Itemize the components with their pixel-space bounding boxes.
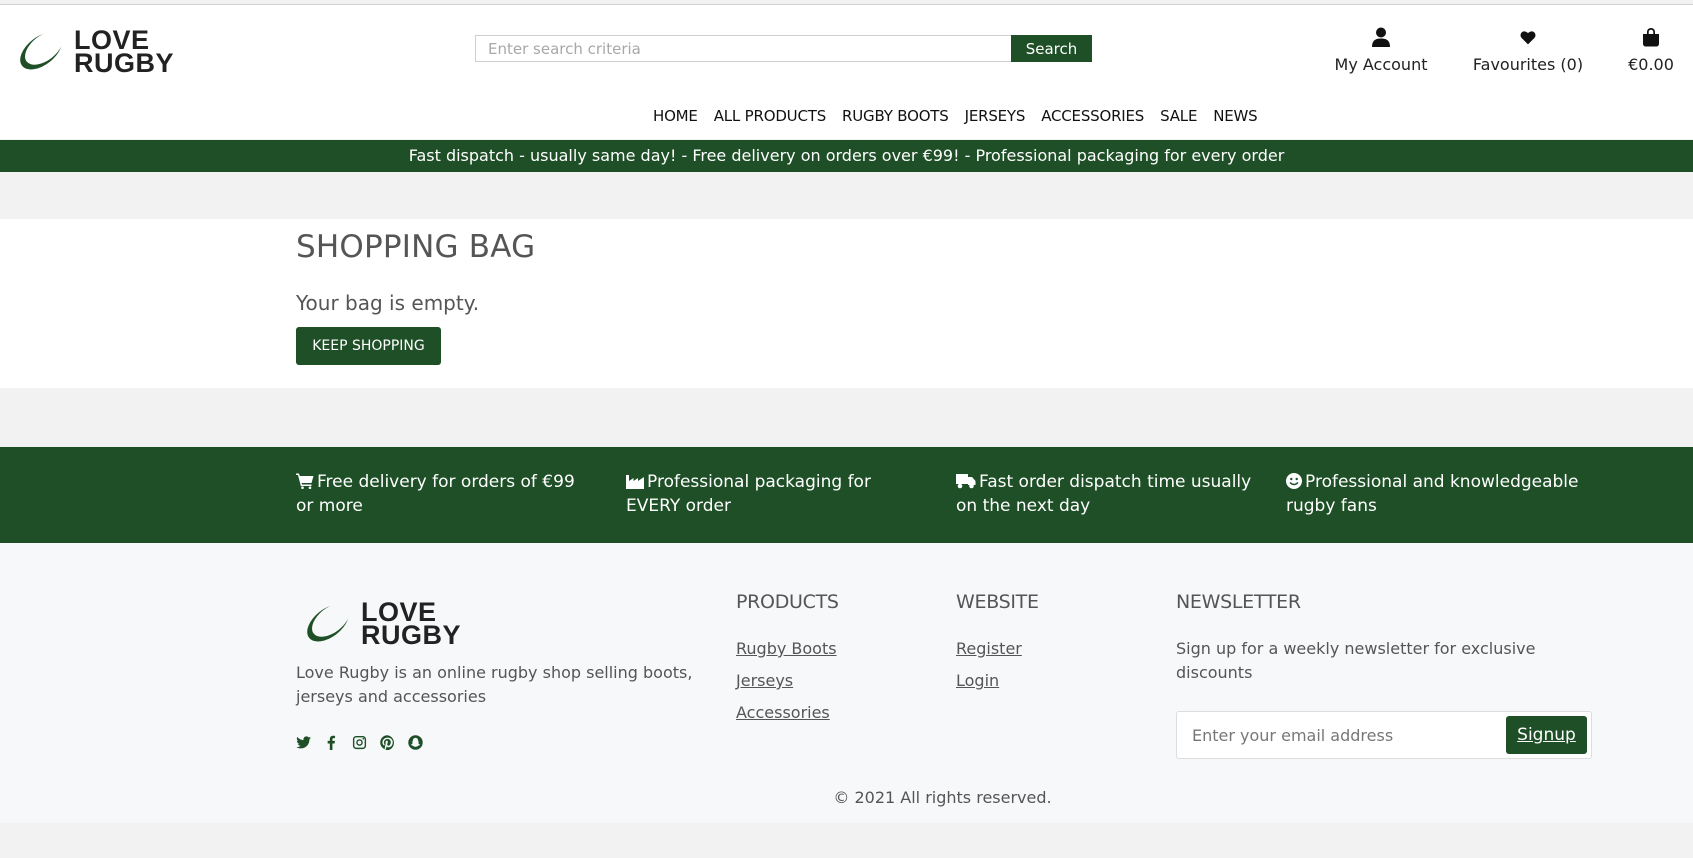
main-nav: HOME ALL PRODUCTS RUGBY BOOTS JERSEYS AC… bbox=[653, 107, 1274, 125]
copyright-text: © 2021 All rights reserved. bbox=[833, 788, 1052, 807]
my-account-link[interactable]: My Account bbox=[1334, 27, 1428, 74]
site-footer: LOVE RUGBY Love Rugby is an online rugby… bbox=[0, 543, 1693, 823]
rugby-ball-logo-icon bbox=[307, 603, 350, 642]
feature-text: Professional and knowledgeable rugby fan… bbox=[1286, 472, 1579, 516]
empty-bag-message: Your bag is empty. bbox=[296, 291, 480, 315]
pinterest-icon[interactable] bbox=[380, 735, 395, 750]
footer-logo[interactable]: LOVE RUGBY bbox=[302, 597, 474, 650]
nav-sale[interactable]: SALE bbox=[1160, 107, 1197, 125]
feature-fast-dispatch: Fast order dispatch time usually on the … bbox=[956, 470, 1256, 518]
nav-accessories[interactable]: ACCESSORIES bbox=[1041, 107, 1144, 125]
newsletter-heading: NEWSLETTER bbox=[1176, 591, 1301, 613]
industry-icon bbox=[626, 475, 644, 489]
nav-news[interactable]: NEWS bbox=[1213, 107, 1257, 125]
cart-icon bbox=[296, 473, 314, 489]
promo-banner: Fast dispatch - usually same day! - Free… bbox=[0, 140, 1693, 172]
footer-link-accessories[interactable]: Accessories bbox=[736, 703, 830, 722]
features-bar: Free delivery for orders of €99 or more … bbox=[0, 447, 1693, 543]
heart-icon bbox=[1470, 27, 1586, 51]
logo-word-rugby: RUGBY bbox=[74, 48, 175, 78]
shopping-bag-icon bbox=[1622, 27, 1680, 51]
page-title: SHOPPING BAG bbox=[296, 229, 536, 265]
newsletter-description: Sign up for a weekly newsletter for excl… bbox=[1176, 639, 1536, 682]
site-logo[interactable]: LOVE RUGBY bbox=[15, 25, 187, 78]
bag-total: €0.00 bbox=[1628, 55, 1674, 74]
favourites-link[interactable]: Favourites (0) bbox=[1470, 27, 1586, 74]
keep-shopping-button[interactable]: KEEP SHOPPING bbox=[296, 327, 441, 365]
smile-icon bbox=[1286, 473, 1302, 489]
search-form: Search bbox=[475, 35, 1092, 62]
facebook-icon[interactable] bbox=[324, 735, 339, 750]
site-header: LOVE RUGBY Search My Account Favourites … bbox=[0, 5, 1693, 139]
nav-jerseys[interactable]: JERSEYS bbox=[965, 107, 1026, 125]
logo-word-rugby: RUGBY bbox=[361, 620, 462, 650]
user-icon bbox=[1334, 27, 1428, 51]
footer-link-jerseys[interactable]: Jerseys bbox=[736, 671, 793, 690]
website-heading: WEBSITE bbox=[956, 591, 1039, 613]
nav-rugby-boots[interactable]: RUGBY BOOTS bbox=[842, 107, 949, 125]
twitter-icon[interactable] bbox=[296, 735, 311, 750]
newsletter-form: Signup bbox=[1176, 711, 1592, 759]
products-heading: PRODUCTS bbox=[736, 591, 839, 613]
footer-about-text: Love Rugby is an online rugby shop selli… bbox=[296, 663, 693, 706]
feature-text: Fast order dispatch time usually on the … bbox=[956, 472, 1252, 516]
signup-button[interactable]: Signup bbox=[1506, 716, 1587, 754]
nav-all-products[interactable]: ALL PRODUCTS bbox=[714, 107, 827, 125]
newsletter-email-input[interactable] bbox=[1177, 712, 1507, 758]
search-input[interactable] bbox=[475, 35, 1011, 62]
feature-rugby-fans: Professional and knowledgeable rugby fan… bbox=[1286, 470, 1586, 518]
social-links bbox=[296, 735, 423, 750]
feature-text: Free delivery for orders of €99 or more bbox=[296, 472, 575, 516]
nav-home[interactable]: HOME bbox=[653, 107, 698, 125]
footer-link-login[interactable]: Login bbox=[956, 671, 999, 690]
feature-free-delivery: Free delivery for orders of €99 or more bbox=[296, 470, 596, 518]
rugby-ball-logo-icon bbox=[20, 31, 63, 70]
shopping-bag-section: SHOPPING BAG Your bag is empty. KEEP SHO… bbox=[0, 219, 1693, 388]
snapchat-icon[interactable] bbox=[408, 735, 423, 750]
favourites-label: Favourites (0) bbox=[1472, 55, 1584, 74]
my-account-label: My Account bbox=[1334, 55, 1428, 74]
truck-icon bbox=[956, 474, 976, 489]
shopping-bag-link[interactable]: €0.00 bbox=[1622, 27, 1680, 74]
footer-link-register[interactable]: Register bbox=[956, 639, 1022, 658]
footer-link-rugby-boots[interactable]: Rugby Boots bbox=[736, 639, 837, 658]
feature-packaging: Professional packaging for EVERY order bbox=[626, 470, 926, 518]
instagram-icon[interactable] bbox=[352, 735, 367, 750]
search-button[interactable]: Search bbox=[1011, 35, 1092, 62]
feature-text: Professional packaging for EVERY order bbox=[626, 472, 871, 516]
